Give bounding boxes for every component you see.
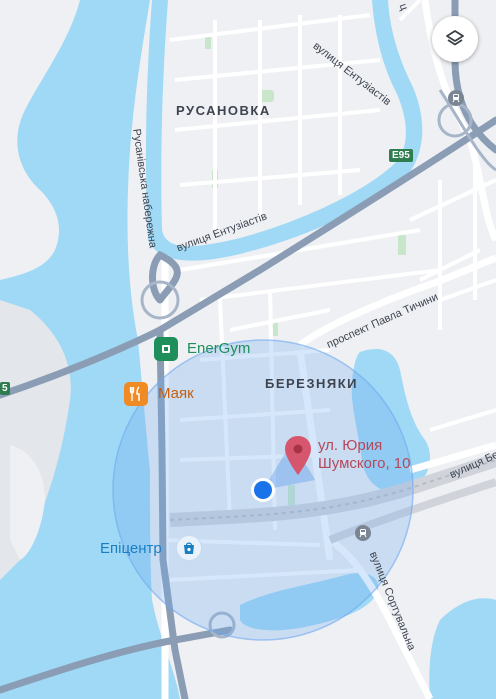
metro-icon[interactable] <box>448 90 464 106</box>
route-shield-left: 5 <box>0 382 10 395</box>
park-patch <box>398 235 406 255</box>
shop-poi-marker[interactable] <box>176 535 202 561</box>
pin-address-label[interactable]: ул. Юрия Шумского, 10 <box>318 437 410 473</box>
pin-address-line1: ул. Юрия <box>318 437 383 454</box>
gym-poi-marker[interactable] <box>154 337 178 361</box>
poi-label-mayak[interactable]: Маяк <box>158 385 194 402</box>
food-poi-marker[interactable] <box>124 382 148 406</box>
rail-icon[interactable] <box>355 525 371 541</box>
poi-label-epicentr[interactable]: Епіцентр <box>100 540 162 557</box>
dumbbell-icon <box>162 345 170 353</box>
shopping-bag-icon <box>184 542 194 554</box>
layers-icon <box>446 30 464 46</box>
pin-address-line2: Шумского, 10 <box>318 455 411 472</box>
fork-knife-icon <box>129 386 140 401</box>
poi-label-energym[interactable]: EnerGym <box>187 340 250 357</box>
layers-button[interactable] <box>432 16 478 62</box>
route-shield-e95: E95 <box>389 149 413 162</box>
map-view[interactable]: РУСАНОВКА БЕРЕЗНЯКИ вулиця Ентузіастів в… <box>0 0 496 699</box>
district-label-bereznyaky: БЕРЕЗНЯКИ <box>265 376 359 391</box>
district-label-rusanovka: РУСАНОВКА <box>176 103 271 118</box>
